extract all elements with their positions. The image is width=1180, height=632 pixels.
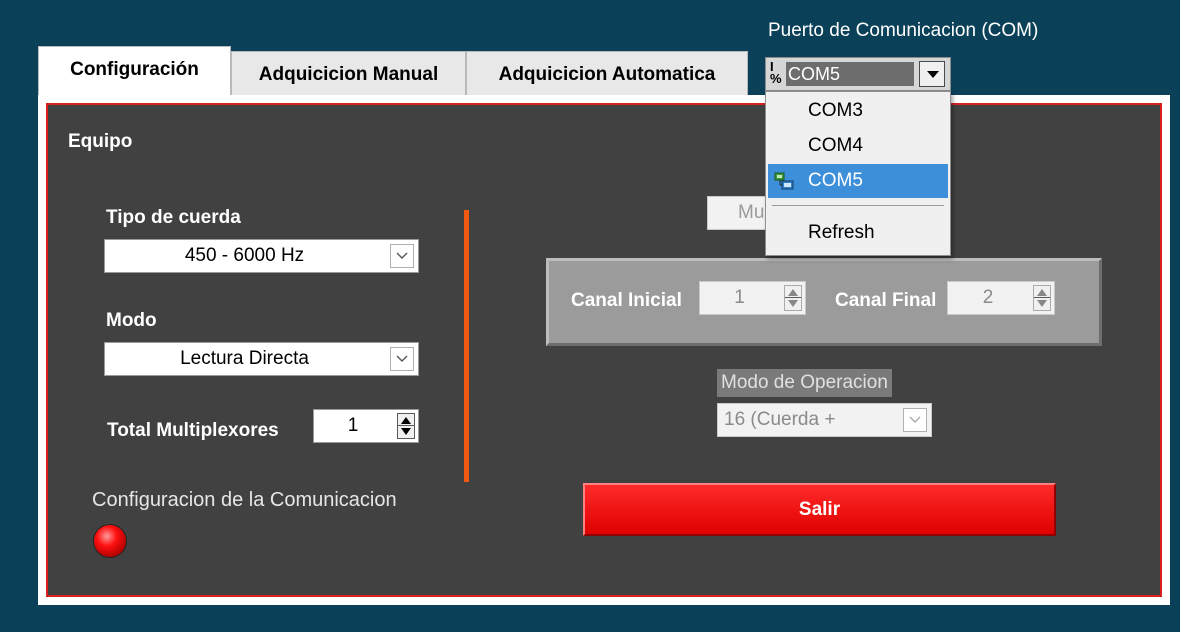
led-indicator-icon[interactable] (94, 525, 126, 557)
vertical-separator (464, 210, 469, 482)
canal-final-label: Canal Final (835, 290, 937, 311)
config-comunicacion-label: Configuracion de la Comunicacion (92, 489, 397, 511)
tipo-cuerda-select[interactable]: 450 - 6000 Hz (104, 239, 419, 273)
com-option-com3[interactable]: COM3 (768, 94, 948, 128)
canal-final-stepper[interactable]: 2 (947, 281, 1055, 315)
modo-operacion-label: Modo de Operacion (717, 369, 892, 397)
total-multiplexores-stepper[interactable]: 1 (313, 409, 419, 443)
modo-operacion-select[interactable]: 16 (Cuerda + (717, 403, 932, 437)
spin-arrows-icon[interactable] (397, 413, 415, 439)
spin-arrows-icon[interactable] (1033, 285, 1051, 311)
com-option-com5[interactable]: COM5 (768, 164, 948, 198)
chevron-down-icon[interactable] (390, 347, 414, 371)
tipo-cuerda-label: Tipo de cuerda (106, 207, 241, 228)
tab-configuracion[interactable]: Configuración (38, 46, 231, 96)
chevron-down-icon[interactable] (903, 408, 927, 432)
com-port-select[interactable]: I% COM5 (765, 57, 951, 91)
serial-port-icon (774, 172, 794, 190)
chevron-down-icon[interactable] (390, 244, 414, 268)
section-title-equipo: Equipo (68, 131, 133, 152)
tab-adquisicion-automatica[interactable]: Adquicicion Automatica (466, 51, 748, 97)
io-icon: I% (770, 59, 782, 86)
dropdown-arrow-icon[interactable] (919, 61, 945, 87)
salir-button[interactable]: Salir (583, 483, 1056, 536)
canal-inicial-label: Canal Inicial (571, 290, 682, 311)
modo-select[interactable]: Lectura Directa (104, 342, 419, 376)
canal-group: Canal Inicial 1 Canal Final 2 (546, 258, 1102, 346)
com-option-com4[interactable]: COM4 (768, 129, 948, 163)
spin-arrows-icon[interactable] (784, 285, 802, 311)
total-multiplexores-label: Total Multiplexores (107, 420, 279, 441)
com-port-label: Puerto de Comunicacion (COM) (768, 20, 1039, 41)
canal-inicial-stepper[interactable]: 1 (699, 281, 806, 315)
dropdown-separator (772, 205, 944, 206)
com-refresh-option[interactable]: Refresh (768, 216, 948, 250)
com-port-value[interactable]: COM5 (786, 62, 914, 86)
modo-label: Modo (106, 310, 157, 331)
com-port-dropdown: COM3 COM4 COM5 Refresh (765, 91, 951, 256)
tab-adquisicion-manual[interactable]: Adquicicion Manual (231, 51, 466, 97)
